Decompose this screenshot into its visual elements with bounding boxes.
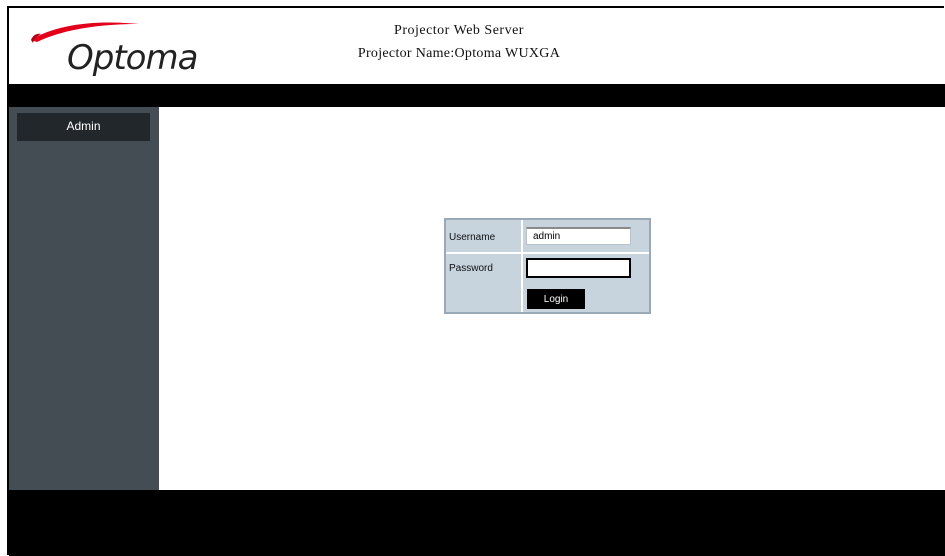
username-label: Username xyxy=(449,232,496,243)
logo-text: Optoma xyxy=(67,38,198,78)
username-input[interactable] xyxy=(526,227,631,245)
header: Optoma Projector Web Server Projector Na… xyxy=(9,8,945,84)
projector-name: Projector Name:Optoma WUXGA xyxy=(357,46,561,61)
top-bar xyxy=(9,84,945,107)
sidebar-item-admin[interactable]: Admin xyxy=(17,113,150,141)
login-divider-vertical xyxy=(521,220,523,312)
login-form: Username Password Login xyxy=(444,218,651,314)
login-button[interactable]: Login xyxy=(527,289,585,309)
page-title: Projector Web Server xyxy=(394,23,524,38)
login-divider-horizontal xyxy=(446,252,649,254)
sidebar: Admin xyxy=(9,107,159,490)
password-input[interactable] xyxy=(526,258,631,278)
footer-bar xyxy=(9,490,945,556)
password-label: Password xyxy=(449,263,493,274)
optoma-logo: Optoma xyxy=(27,18,207,78)
